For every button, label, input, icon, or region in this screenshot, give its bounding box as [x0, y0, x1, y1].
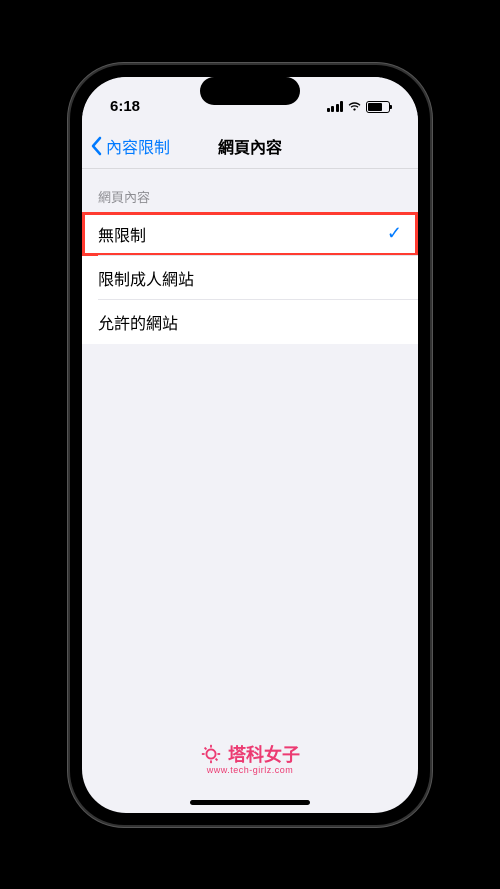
screen: 6:18 內容限制 網頁內容 — [82, 77, 418, 813]
chevron-left-icon — [90, 136, 102, 156]
option-label: 無限制 — [98, 222, 146, 246]
status-time: 6:18 — [110, 98, 140, 115]
option-unrestricted[interactable]: 無限制 ✓ — [82, 212, 418, 256]
content-area: 網頁內容 無限制 ✓ 限制成人網站 允許的網站 — [82, 169, 418, 344]
cellular-signal-icon — [327, 101, 344, 112]
options-list: 無限制 ✓ 限制成人網站 允許的網站 — [82, 212, 418, 344]
watermark-brand: 塔科女子 — [228, 741, 300, 767]
back-label: 內容限制 — [106, 134, 170, 158]
back-button[interactable]: 內容限制 — [82, 134, 170, 158]
option-allowed-sites[interactable]: 允許的網站 — [82, 300, 418, 344]
lightbulb-icon — [200, 743, 222, 765]
page-title: 網頁內容 — [218, 134, 282, 158]
home-indicator[interactable] — [190, 800, 310, 805]
status-indicators — [327, 101, 391, 113]
option-label: 限制成人網站 — [98, 266, 194, 290]
section-header: 網頁內容 — [82, 187, 418, 212]
phone-frame: 6:18 內容限制 網頁內容 — [70, 65, 430, 825]
navigation-bar: 內容限制 網頁內容 — [82, 125, 418, 169]
option-label: 允許的網站 — [98, 310, 178, 334]
watermark-url: www.tech-girlz.com — [200, 765, 300, 775]
dynamic-island — [200, 77, 300, 105]
option-limit-adult[interactable]: 限制成人網站 — [82, 256, 418, 300]
wifi-icon — [347, 101, 362, 112]
watermark: 塔科女子 www.tech-girlz.com — [200, 741, 300, 775]
battery-icon — [366, 101, 390, 113]
checkmark-icon: ✓ — [387, 223, 402, 244]
